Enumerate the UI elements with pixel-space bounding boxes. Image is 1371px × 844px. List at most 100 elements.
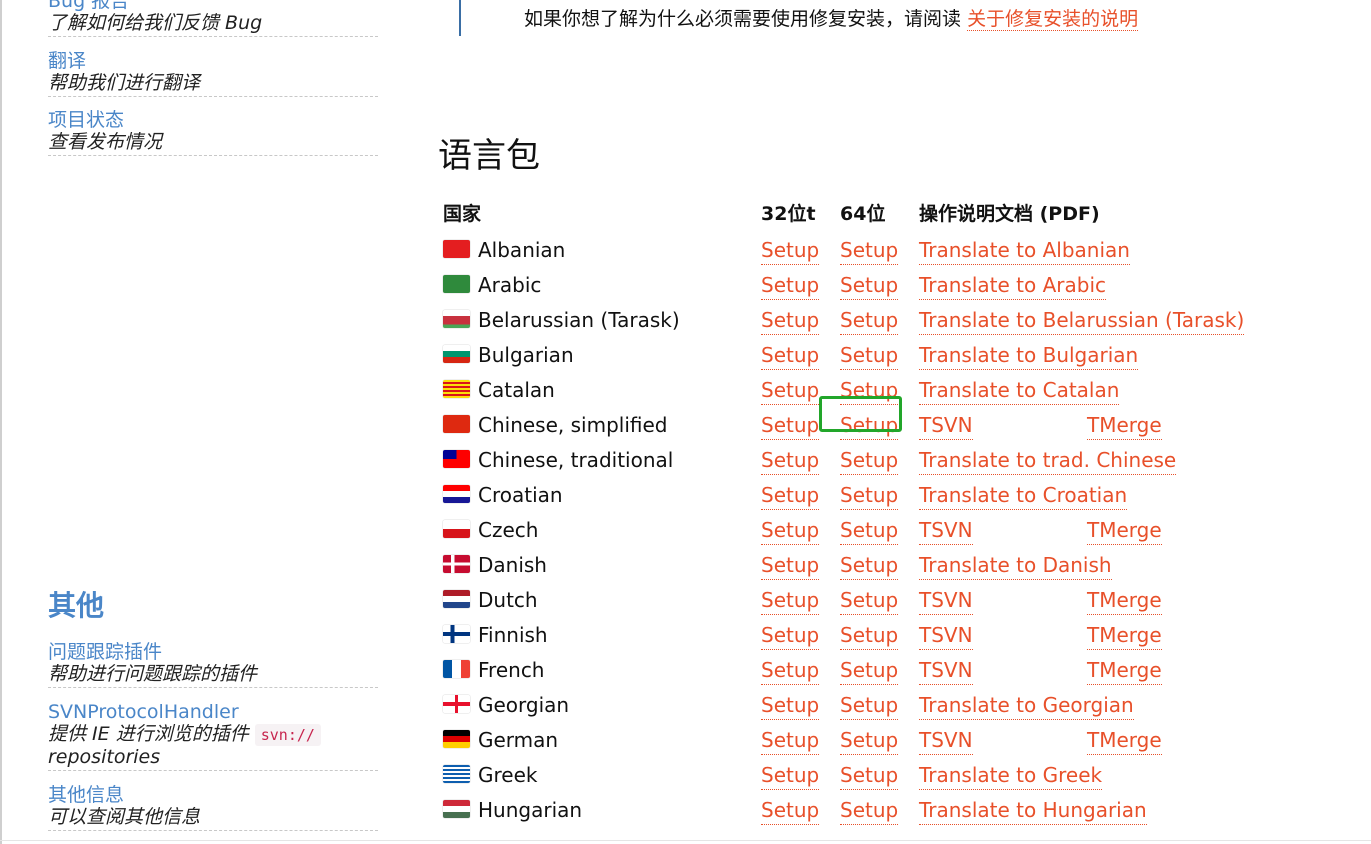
translate-doc-link[interactable]: Translate to Danish	[919, 551, 1112, 580]
language-row: Catalan Setup Setup Translate to Catalan	[443, 376, 1343, 411]
tmerge-doc-link[interactable]: TMerge	[1087, 621, 1162, 650]
header-64bit: 64位	[840, 203, 886, 225]
setup-64bit-link[interactable]: Setup	[840, 236, 899, 265]
setup-64bit-link[interactable]: Setup	[840, 481, 899, 510]
language-name: Albanian	[478, 238, 566, 262]
setup-64bit-link[interactable]: Setup	[840, 411, 899, 440]
notice-text: 如果你想了解为什么必须需要使用修复安装，请阅读	[524, 8, 962, 30]
translate-doc-link[interactable]: Translate to Croatian	[919, 481, 1128, 510]
translate-doc-link[interactable]: Translate to Hungarian	[919, 796, 1147, 825]
setup-32bit-link[interactable]: Setup	[761, 411, 820, 440]
tsvn-doc-link[interactable]: TSVN	[919, 726, 973, 755]
setup-32bit-link[interactable]: Setup	[761, 656, 820, 685]
language-name: Dutch	[478, 588, 538, 612]
setup-32bit-link[interactable]: Setup	[761, 691, 820, 720]
tmerge-doc-link[interactable]: TMerge	[1087, 516, 1162, 545]
sidebar-entry-svn-protocol: SVNProtocolHandler 提供 IE 进行浏览的插件 svn:// …	[48, 701, 378, 771]
tsvn-doc-link[interactable]: TSVN	[919, 656, 973, 685]
setup-32bit-link[interactable]: Setup	[761, 586, 820, 615]
setup-64bit-link[interactable]: Setup	[840, 761, 899, 790]
flag-icon	[443, 345, 470, 363]
flag-icon	[443, 660, 470, 678]
translate-doc-link[interactable]: Translate to Belarussian (Tarask)	[919, 306, 1245, 335]
notice-left-rule	[459, 0, 461, 36]
sidebar-entry-bug-report: Bug 报告 了解如何给我们反馈 Bug	[48, 0, 378, 37]
language-row: German Setup Setup TSVN TMerge	[443, 726, 1343, 761]
setup-32bit-link[interactable]: Setup	[761, 341, 820, 370]
language-row: Bulgarian Setup Setup Translate to Bulgaria…	[443, 341, 1343, 376]
setup-64bit-link[interactable]: Setup	[840, 376, 899, 405]
language-row: French Setup Setup TSVN TMerge	[443, 656, 1343, 691]
language-row: Albanian Setup Setup Translate to Albanian	[443, 236, 1343, 271]
flag-icon	[443, 380, 470, 398]
setup-64bit-link[interactable]: Setup	[840, 656, 899, 685]
language-row: Arabic Setup Setup Translate to Arabic	[443, 271, 1343, 306]
tsvn-doc-link[interactable]: TSVN	[919, 516, 973, 545]
translate-doc-link[interactable]: Translate to Georgian	[919, 691, 1134, 720]
svn-protocol-desc-tail: repositories	[48, 746, 161, 768]
tmerge-doc-link[interactable]: TMerge	[1087, 656, 1162, 685]
tsvn-doc-link[interactable]: TSVN	[919, 411, 973, 440]
setup-64bit-link[interactable]: Setup	[840, 796, 899, 825]
sidebar-link-other-info[interactable]: 其他信息	[48, 784, 378, 806]
setup-32bit-link[interactable]: Setup	[761, 271, 820, 300]
flag-icon	[443, 555, 470, 573]
sidebar-heading-other: 其他	[48, 589, 105, 622]
sidebar-link-project-status[interactable]: 项目状态	[48, 109, 378, 131]
setup-64bit-link[interactable]: Setup	[840, 726, 899, 755]
language-name: Finnish	[478, 623, 548, 647]
setup-32bit-link[interactable]: Setup	[761, 306, 820, 335]
translate-doc-link[interactable]: Translate to Catalan	[919, 376, 1120, 405]
setup-64bit-link[interactable]: Setup	[840, 341, 899, 370]
setup-32bit-link[interactable]: Setup	[761, 726, 820, 755]
setup-32bit-link[interactable]: Setup	[761, 446, 820, 475]
setup-32bit-link[interactable]: Setup	[761, 516, 820, 545]
repair-install-link[interactable]: 关于修复安装的说明	[967, 8, 1139, 31]
translate-doc-link[interactable]: Translate to Arabic	[919, 271, 1107, 300]
sidebar-desc-other-info: 可以查阅其他信息	[48, 806, 201, 828]
flag-icon	[443, 275, 470, 293]
flag-icon	[443, 415, 470, 433]
translate-doc-link[interactable]: Translate to trad. Chinese	[919, 446, 1177, 475]
sidebar-entry-other-info: 其他信息 可以查阅其他信息	[48, 784, 378, 831]
flag-icon	[443, 590, 470, 608]
sidebar-desc-svn-protocol: 提供 IE 进行浏览的插件 svn:// repositories	[48, 723, 378, 768]
translate-doc-link[interactable]: Translate to Greek	[919, 761, 1103, 790]
language-name: Belarussian (Tarask)	[478, 308, 680, 332]
sidebar-desc-project-status: 查看发布情况	[48, 131, 163, 153]
language-row: Georgian Setup Setup Translate to Georgian	[443, 691, 1343, 726]
setup-64bit-link[interactable]: Setup	[840, 691, 899, 720]
setup-32bit-link[interactable]: Setup	[761, 236, 820, 265]
sidebar-link-bug-report[interactable]: Bug 报告	[48, 0, 378, 12]
setup-32bit-link[interactable]: Setup	[761, 376, 820, 405]
tmerge-doc-link[interactable]: TMerge	[1087, 586, 1162, 615]
tsvn-doc-link[interactable]: TSVN	[919, 586, 973, 615]
setup-32bit-link[interactable]: Setup	[761, 761, 820, 790]
language-row: Dutch Setup Setup TSVN TMerge	[443, 586, 1343, 621]
setup-32bit-link[interactable]: Setup	[761, 551, 820, 580]
setup-64bit-link[interactable]: Setup	[840, 271, 899, 300]
svn-protocol-desc-text: 提供 IE 进行浏览的插件	[48, 723, 249, 745]
setup-32bit-link[interactable]: Setup	[761, 621, 820, 650]
language-row: Finnish Setup Setup TSVN TMerge	[443, 621, 1343, 656]
setup-32bit-link[interactable]: Setup	[761, 796, 820, 825]
tmerge-doc-link[interactable]: TMerge	[1087, 411, 1162, 440]
flag-icon	[443, 800, 470, 818]
setup-64bit-link[interactable]: Setup	[840, 306, 899, 335]
header-32bit: 32位t	[761, 203, 816, 225]
flag-icon	[443, 520, 470, 538]
translate-doc-link[interactable]: Translate to Albanian	[919, 236, 1130, 265]
sidebar-link-translate[interactable]: 翻译	[48, 50, 378, 72]
sidebar-link-issue-tracker[interactable]: 问题跟踪插件	[48, 641, 378, 663]
setup-32bit-link[interactable]: Setup	[761, 481, 820, 510]
tsvn-doc-link[interactable]: TSVN	[919, 621, 973, 650]
sidebar-entry-translate: 翻译 帮助我们进行翻译	[48, 50, 378, 97]
setup-64bit-link[interactable]: Setup	[840, 551, 899, 580]
tmerge-doc-link[interactable]: TMerge	[1087, 726, 1162, 755]
setup-64bit-link[interactable]: Setup	[840, 516, 899, 545]
setup-64bit-link[interactable]: Setup	[840, 621, 899, 650]
sidebar-link-svn-protocol[interactable]: SVNProtocolHandler	[48, 701, 378, 723]
setup-64bit-link[interactable]: Setup	[840, 586, 899, 615]
setup-64bit-link[interactable]: Setup	[840, 446, 899, 475]
translate-doc-link[interactable]: Translate to Bulgarian	[919, 341, 1139, 370]
